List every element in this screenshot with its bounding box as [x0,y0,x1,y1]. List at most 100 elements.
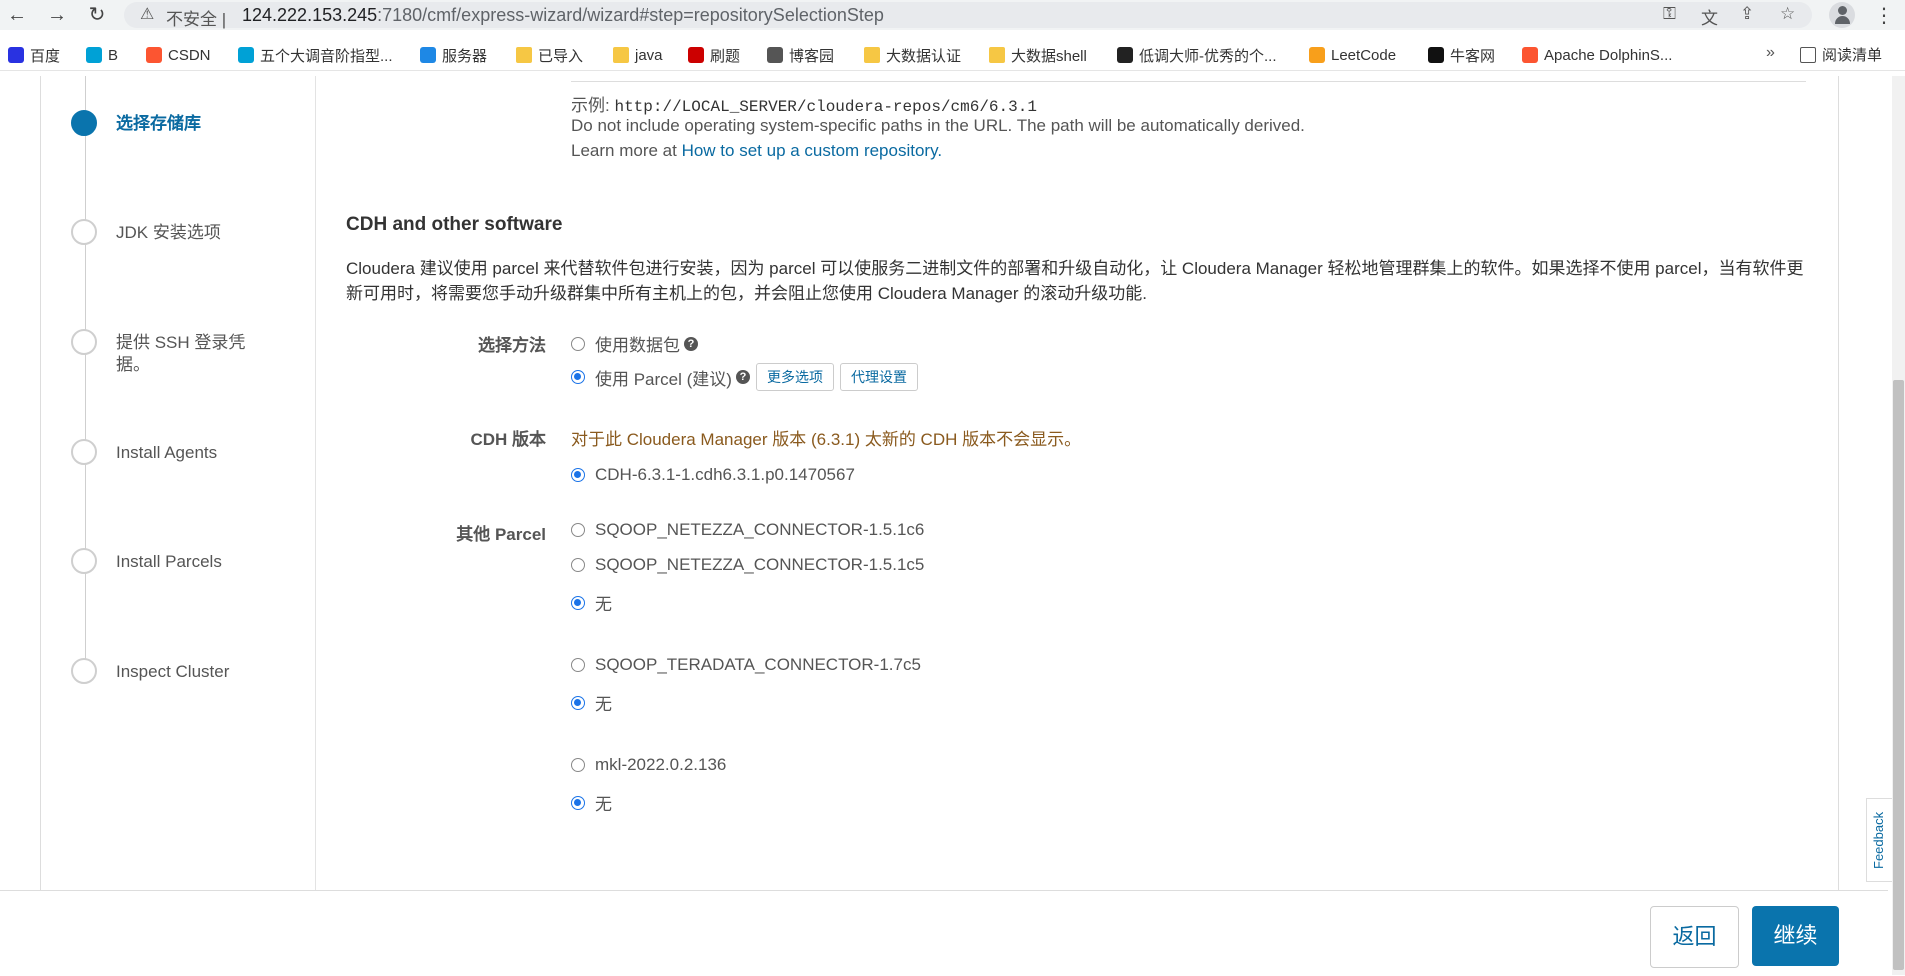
radio-circle[interactable] [571,658,585,672]
bookmark-label: 大数据shell [1011,47,1087,65]
bookmark-item[interactable]: 五个大调音阶指型... [238,44,393,66]
bookmark-item[interactable]: 低调大师-优秀的个... [1117,44,1277,66]
radio-circle[interactable] [571,595,585,610]
csdn-icon [1522,47,1538,63]
feedback-tab[interactable]: Feedback [1866,798,1893,882]
bookmarks-more-button[interactable]: » [1766,44,1775,62]
radio-circle[interactable] [571,468,585,482]
step-label: JDK 安装选项 [116,223,221,242]
sidebar-divider [315,76,316,890]
bookmark-item[interactable]: java [613,44,663,66]
bookmark-item[interactable]: 服务器 [420,44,487,66]
radio-circle[interactable] [571,523,585,537]
nowcoder-icon [1428,47,1444,63]
folder-icon [989,47,1005,63]
parcel-radio-option[interactable]: SQOOP_TERADATA_CONNECTOR-1.7c5 [571,655,921,675]
parcel-radio-option[interactable]: 无 [571,590,612,615]
page-right-border [1838,76,1839,890]
bookmark-item[interactable]: CSDN [146,44,211,66]
menu-dots-icon[interactable]: ⋮ [1874,3,1894,28]
reading-list-button[interactable]: 阅读清单 [1800,44,1882,65]
custom-repo-link[interactable]: How to set up a custom repository. [682,141,942,160]
step-dot [71,548,97,574]
bookmark-label: java [635,46,663,64]
bookmark-item[interactable]: 博客园 [767,44,834,66]
cloud-icon [420,47,436,63]
bookmark-item[interactable]: 大数据shell [989,44,1087,66]
learn-prefix: Learn more at [571,141,677,160]
radio-circle[interactable] [571,758,585,772]
step-label: 选择存储库 [116,114,201,133]
parcel-radio-option[interactable]: 无 [571,790,612,815]
star-icon[interactable]: ☆ [1780,4,1795,24]
radio-label: 使用 Parcel (建议) [595,369,732,389]
key-icon[interactable]: ⚿ [1663,4,1676,24]
bilibili-icon [86,47,102,63]
parcel-radio-option[interactable]: mkl-2022.0.2.136 [571,755,726,775]
bookmark-item[interactable]: Apache DolphinS... [1522,44,1672,66]
bookmark-label: 低调大师-优秀的个... [1139,47,1277,65]
radio-cdh-version[interactable]: CDH-6.3.1-1.cdh6.3.1.p0.1470567 [571,465,855,485]
more-options-button[interactable]: 更多选项 [755,363,834,391]
radio-circle[interactable] [571,795,585,810]
radio-label: 使用数据包 [595,336,680,355]
bookmark-item[interactable]: 刷题 [688,44,740,66]
radio-use-packages[interactable]: 使用数据包 ? [571,331,698,356]
radio-use-parcel[interactable]: 使用 Parcel (建议) ? 更多选项 代理设置 [571,363,918,391]
radio-label: 无 [595,695,612,714]
cnblogs-icon [767,47,783,63]
translate-icon[interactable]: 文 [1701,4,1718,29]
forward-arrow-icon[interactable]: → [44,2,70,28]
insecure-label: 不安全 | [166,10,227,29]
radio-circle[interactable] [571,370,585,384]
bookmark-label: 百度 [30,47,61,65]
csdn-icon [146,47,162,63]
share-icon[interactable]: ⇪ [1740,4,1754,24]
bookmark-item[interactable]: 百度 [8,44,60,66]
folder-icon [613,47,629,63]
bilibili-icon [238,47,254,63]
radio-circle[interactable] [571,558,585,572]
bookmark-label: 服务器 [442,47,488,65]
bookmark-item[interactable]: 大数据认证 [864,44,961,66]
repository-input-bottom [571,76,1806,82]
step-label: 提供 SSH 登录凭据。 [116,333,246,374]
leetcode-icon [1309,47,1325,63]
bookmark-item[interactable]: LeetCode [1309,44,1396,66]
help-icon[interactable]: ? [735,370,750,384]
repo-note: Do not include operating system-specific… [571,116,1305,135]
logo-icon [1117,47,1133,63]
url-host: 124.222.153.245 [242,5,378,25]
back-button[interactable]: 返回 [1650,906,1739,968]
url-text[interactable]: 124.222.153.245:7180/cmf/express-wizard/… [242,5,884,26]
bookmark-item[interactable]: B [86,44,118,66]
bookmark-item[interactable]: 牛客网 [1428,44,1495,66]
bookmark-item[interactable]: 已导入 [516,44,583,66]
repo-example: 示例: http://LOCAL_SERVER/cloudera-repos/c… [571,91,1037,116]
parcel-radio-option[interactable]: SQOOP_NETEZZA_CONNECTOR-1.5.1c5 [571,555,924,575]
help-icon[interactable]: ? [684,336,698,351]
radio-label: CDH-6.3.1-1.cdh6.3.1.p0.1470567 [595,465,855,484]
continue-button[interactable]: 继续 [1752,906,1839,966]
proxy-settings-button[interactable]: 代理设置 [839,363,918,391]
step-label: Install Agents [116,443,218,462]
warning-icon[interactable]: ⚠ [140,4,154,24]
bookmark-label: B [108,46,119,64]
radio-circle[interactable] [571,336,585,351]
bookmark-label: 五个大调音阶指型... [260,47,393,65]
parcel-radio-option[interactable]: 无 [571,690,612,715]
step-dot [71,110,97,136]
reload-icon[interactable]: ↻ [84,2,110,28]
reading-list-icon [1800,46,1816,63]
scrollbar-thumb[interactable] [1893,380,1904,970]
parcel-radio-option[interactable]: SQOOP_NETEZZA_CONNECTOR-1.5.1c6 [571,520,924,540]
folder-icon [864,47,880,63]
feedback-label: Feedback [1871,811,1886,869]
back-arrow-icon[interactable]: ← [4,2,30,28]
redhat-icon [688,47,704,63]
url-path: :7180/cmf/express-wizard/wizard#step=rep… [377,5,884,25]
account-icon[interactable] [1829,2,1855,28]
bookmark-label: 博客园 [789,47,835,65]
radio-circle[interactable] [571,695,585,710]
section-description: Cloudera 建议使用 parcel 来代替软件包进行安装，因为 parce… [346,259,1804,303]
